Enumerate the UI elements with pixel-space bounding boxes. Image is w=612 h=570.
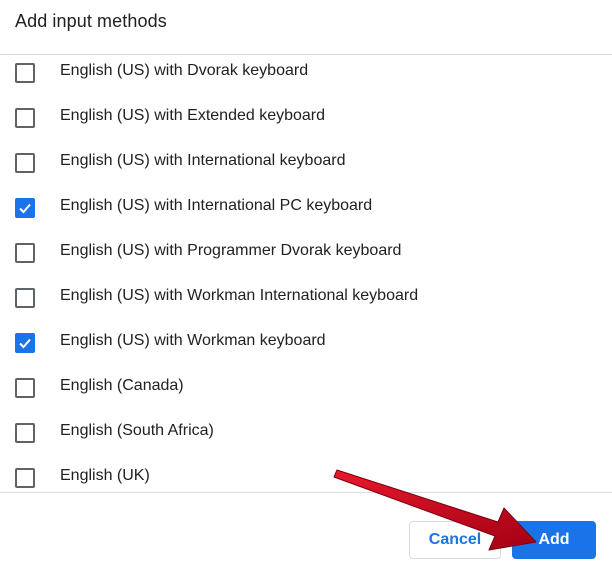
list-item[interactable]: English (US) with International keyboard [0, 145, 612, 190]
add-button[interactable]: Add [512, 521, 596, 559]
list-item-label: English (Canada) [60, 377, 184, 394]
list-item[interactable]: English (US) with International PC keybo… [0, 190, 612, 235]
input-method-list[interactable]: English (US) with Dvorak keyboard Englis… [0, 55, 612, 492]
footer-divider [0, 492, 612, 493]
add-input-methods-dialog: Add input methods English (US) with Dvor… [0, 0, 612, 570]
cancel-button[interactable]: Cancel [409, 521, 501, 559]
checkbox[interactable] [15, 468, 35, 488]
list-item[interactable]: English (US) with Workman International … [0, 280, 612, 325]
checkbox[interactable] [15, 153, 35, 173]
checkbox[interactable] [15, 108, 35, 128]
checkbox[interactable] [15, 243, 35, 263]
list-item[interactable]: English (UK) [0, 460, 612, 492]
list-item[interactable]: English (US) with Workman keyboard [0, 325, 612, 370]
list-item[interactable]: English (Canada) [0, 370, 612, 415]
list-item-label: English (US) with International keyboard [60, 152, 346, 169]
list-item-label: English (South Africa) [60, 422, 214, 439]
checkbox[interactable] [15, 333, 35, 353]
list-item[interactable]: English (US) with Extended keyboard [0, 100, 612, 145]
dialog-title: Add input methods [15, 11, 167, 31]
list-item-label: English (US) with Programmer Dvorak keyb… [60, 242, 402, 259]
list-item-label: English (US) with International PC keybo… [60, 197, 373, 214]
list-item-label: English (US) with Workman keyboard [60, 332, 326, 349]
checkbox[interactable] [15, 378, 35, 398]
checkbox[interactable] [15, 198, 35, 218]
list-item[interactable]: English (US) with Programmer Dvorak keyb… [0, 235, 612, 280]
list-item-label: English (US) with Extended keyboard [60, 107, 326, 124]
list-item-label: English (US) with Workman International … [60, 287, 419, 304]
check-icon [19, 338, 31, 349]
check-icon [19, 203, 31, 214]
checkbox[interactable] [15, 288, 35, 308]
checkbox[interactable] [15, 423, 35, 443]
list-item-label: English (UK) [60, 467, 150, 484]
checkbox[interactable] [15, 63, 35, 83]
list-item[interactable]: English (South Africa) [0, 415, 612, 460]
list-item[interactable]: English (US) with Dvorak keyboard [0, 55, 612, 100]
list-item-label: English (US) with Dvorak keyboard [60, 62, 309, 79]
